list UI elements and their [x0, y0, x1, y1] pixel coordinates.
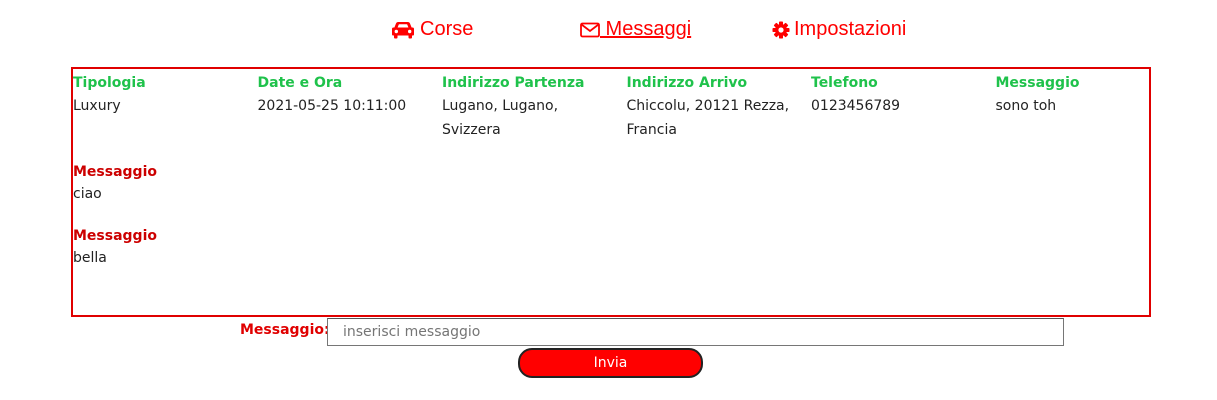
nav-link-impostazioni[interactable]: Impostazioni — [772, 18, 906, 41]
message-label: Messaggio: — [240, 322, 330, 338]
gear-icon — [772, 21, 790, 39]
nav-label-impostazioni: Impostazioni — [794, 18, 907, 40]
field-value: Luxury — [73, 98, 121, 114]
ride-field-departure: Indirizzo Partenza Lugano, Lugano, Svizz… — [442, 72, 627, 142]
ride-field-date: Date e Ora 2021-05-25 10:11:00 — [258, 72, 443, 142]
send-button[interactable]: Invia — [518, 348, 703, 378]
nav-link-messaggi[interactable]: Messaggi — [580, 18, 691, 41]
field-header: Indirizzo Arrivo — [626, 75, 748, 91]
message-input[interactable] — [327, 318, 1064, 346]
ride-field-message: Messaggio sono toh — [996, 72, 1181, 142]
field-value: 0123456789 — [811, 98, 901, 114]
nav-label-corse: Corse — [420, 18, 474, 40]
chat-message: Messaggio bella — [73, 226, 157, 270]
field-header: Telefono — [811, 75, 878, 91]
field-header: Tipologia — [73, 75, 146, 91]
field-value: sono toh — [995, 98, 1057, 114]
nav-label-messaggi: Messaggi — [600, 18, 692, 40]
field-header: Indirizzo Partenza — [442, 75, 585, 91]
nav-link-corse[interactable]: Corse — [391, 18, 473, 41]
ride-field-tipologia: Tipologia Luxury — [73, 72, 258, 142]
car-icon — [391, 21, 415, 39]
field-header: Messaggio — [995, 75, 1080, 91]
field-header: Date e Ora — [257, 75, 343, 91]
envelope-icon — [580, 22, 600, 38]
chat-message-header: Messaggio — [73, 164, 157, 180]
chat-message-header: Messaggio — [73, 228, 157, 244]
top-nav: Corse Messaggi Impostazioni — [0, 18, 1217, 44]
field-value: Chiccolu, 20121 Rezza, Francia — [626, 98, 790, 138]
ride-field-arrival: Indirizzo Arrivo Chiccolu, 20121 Rezza, … — [627, 72, 812, 142]
field-value: Lugano, Lugano, Svizzera — [442, 98, 559, 138]
ride-field-phone: Telefono 0123456789 — [811, 72, 996, 142]
chat-message-text: bella — [73, 250, 107, 266]
ride-info-row: Tipologia Luxury Date e Ora 2021-05-25 1… — [73, 72, 1149, 142]
ride-details-panel: Tipologia Luxury Date e Ora 2021-05-25 1… — [71, 67, 1151, 317]
chat-message: Messaggio ciao — [73, 162, 157, 206]
chat-message-text: ciao — [73, 186, 102, 202]
field-value: 2021-05-25 10:11:00 — [257, 98, 407, 114]
